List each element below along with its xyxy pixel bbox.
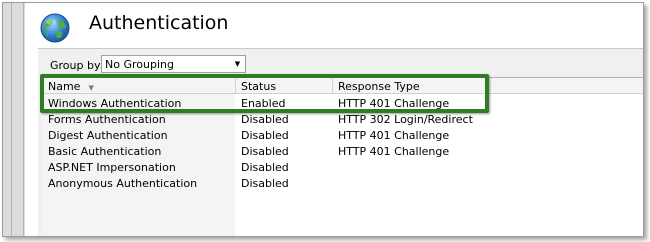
table-row[interactable]: Anonymous Authentication Disabled [42,176,643,192]
table-row[interactable]: Forms Authentication Disabled HTTP 302 L… [42,112,643,128]
row-response-type: HTTP 401 Challenge [338,129,450,142]
row-name: Basic Authentication [48,145,162,158]
highlight-box [40,74,489,113]
left-pane-edge [3,3,25,236]
row-status: Disabled [241,145,289,158]
table-row[interactable]: Basic Authentication Disabled HTTP 401 C… [42,144,643,160]
table-row[interactable]: Digest Authentication Disabled HTTP 401 … [42,128,643,144]
page-title: Authentication [89,12,229,34]
group-by-value: No Grouping [105,58,174,71]
window-frame: Authentication Group by: No Grouping ▼ N… [2,2,644,237]
globe-icon [40,13,70,43]
row-response-type: HTTP 302 Login/Redirect [338,113,473,126]
row-name: Anonymous Authentication [48,177,198,190]
row-name: Digest Authentication [48,129,168,142]
group-by-label: Group by: [50,59,104,72]
row-status: Disabled [241,113,289,126]
row-status: Disabled [241,161,289,174]
group-by-dropdown[interactable]: No Grouping ▼ [101,55,246,73]
row-name: Forms Authentication [48,113,166,126]
row-status: Disabled [241,129,289,142]
table-row[interactable]: ASP.NET Impersonation Disabled [42,160,643,176]
dropdown-arrow-icon[interactable]: ▼ [230,56,245,72]
row-status: Disabled [241,177,289,190]
row-response-type: HTTP 401 Challenge [338,145,450,158]
row-name: ASP.NET Impersonation [48,161,176,174]
